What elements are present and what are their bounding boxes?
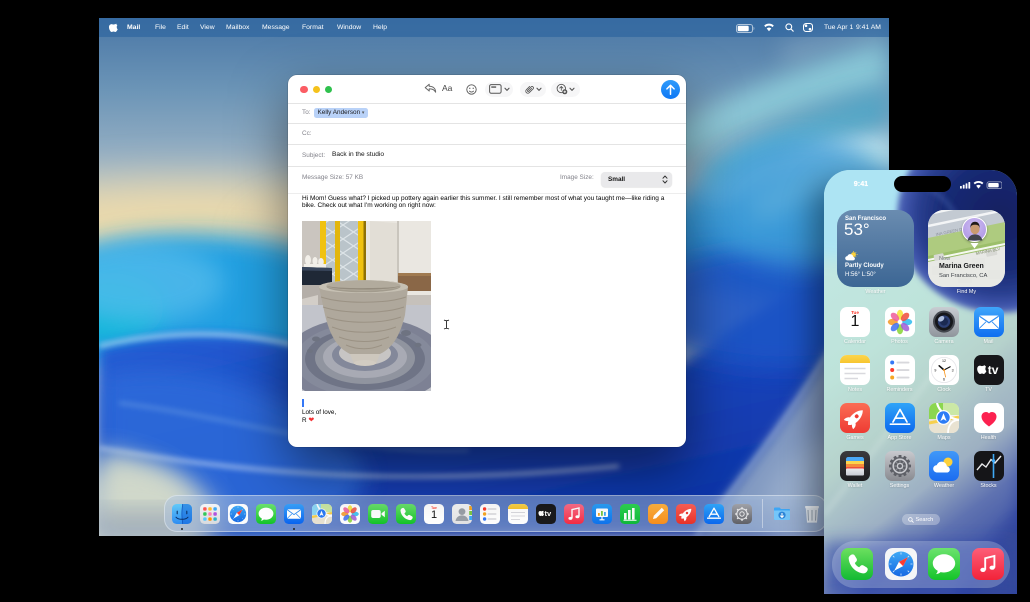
svg-text:tv: tv: [545, 509, 552, 518]
svg-text:tv: tv: [987, 363, 998, 377]
svg-text:9: 9: [934, 368, 936, 372]
svg-text:12: 12: [942, 359, 946, 363]
svg-text:6: 6: [943, 378, 945, 382]
svg-text:3: 3: [952, 368, 954, 372]
